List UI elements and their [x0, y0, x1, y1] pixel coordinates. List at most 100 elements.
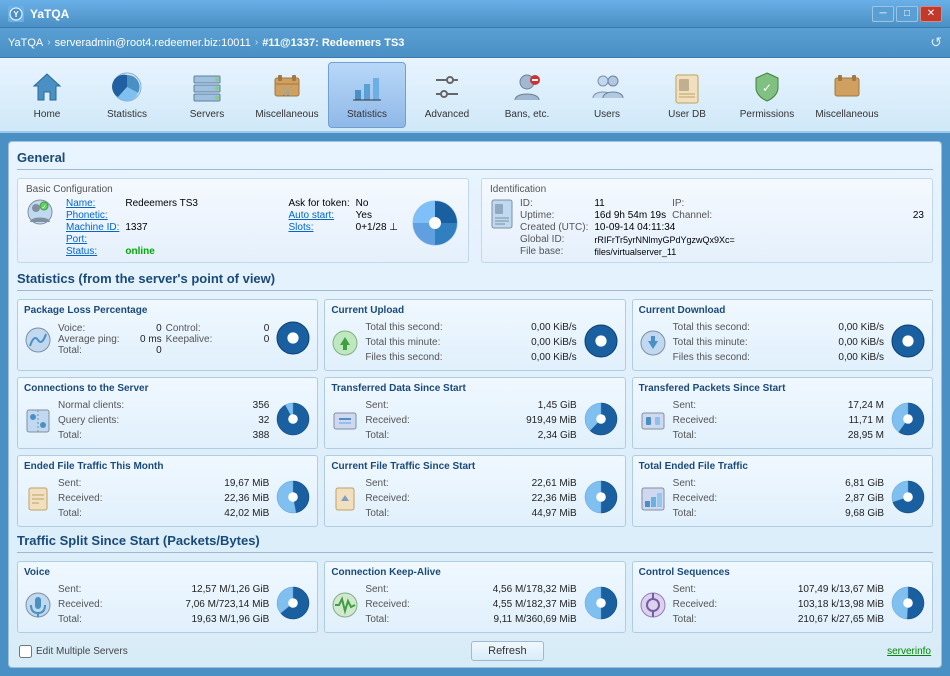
- window-controls: ─ □ ✕: [872, 6, 942, 22]
- stat-card-download: Current Download Total this second: 0,00…: [632, 299, 933, 371]
- toolbar-advanced[interactable]: Advanced: [408, 62, 486, 128]
- stat-rows: Sent: 12,57 M/1,26 GiB Received: 7,06 M/…: [58, 582, 269, 627]
- pie-chart: [275, 401, 311, 440]
- toolbar-home[interactable]: Home: [8, 62, 86, 128]
- stat-card-body: Sent: 107,49 k/13,67 MiB Received: 103,1…: [639, 582, 926, 627]
- pie-chart: [275, 479, 311, 518]
- stat-row: Received: 22,36 MiB: [58, 491, 269, 506]
- toolbar-permissions[interactable]: ✓ Permissions: [728, 62, 806, 128]
- permissions-icon: ✓: [749, 69, 785, 105]
- stat-row: Total: 0: [58, 345, 162, 356]
- refresh-button[interactable]: Refresh: [471, 641, 544, 661]
- voice-icon: [24, 591, 52, 619]
- servers-icon: [189, 69, 225, 105]
- toolbar-statistics-2[interactable]: Statistics: [328, 62, 406, 128]
- file-base-label: File base:: [520, 246, 588, 257]
- toolbar-bans[interactable]: Bans, etc.: [488, 62, 566, 128]
- misc1-icon: 🛒: [269, 69, 305, 105]
- stat-row: Sent: 6,81 GiB: [673, 476, 884, 491]
- machine-id-link[interactable]: Machine ID:: [66, 222, 119, 233]
- status-value: online: [125, 246, 280, 257]
- pie-chart: [583, 585, 619, 624]
- serverinfo-link[interactable]: serverinfo: [887, 646, 931, 657]
- global-id-label: Global ID:: [520, 234, 588, 245]
- stat-row: Sent: 19,67 MiB: [58, 476, 269, 491]
- stat-row: Sent: 17,24 M: [673, 398, 884, 413]
- stat-card-network: Package Loss Percentage Voice: 0 Control…: [17, 299, 318, 371]
- pie-chart: [890, 585, 926, 624]
- userdb-icon: [669, 69, 705, 105]
- window-title: YaTQA: [30, 7, 872, 21]
- stat-row: Total: 9,68 GiB: [673, 506, 884, 521]
- stat-row: Received: 2,87 GiB: [673, 491, 884, 506]
- stat-rows: Normal clients: 356 Query clients: 32 To…: [58, 398, 269, 443]
- autostart-value: Yes: [356, 210, 398, 221]
- port-link[interactable]: Port:: [66, 234, 119, 245]
- status-link[interactable]: Status:: [66, 246, 119, 257]
- edit-multiple-checkbox[interactable]: [19, 645, 32, 658]
- stat-card-title: Connection Keep-Alive: [331, 567, 618, 578]
- toolbar-userdb[interactable]: User DB: [648, 62, 726, 128]
- stat-card-body: Total this second: 0,00 KiB/s Total this…: [331, 320, 618, 365]
- stat-row: Total: 42,02 MiB: [58, 506, 269, 521]
- stat-card-file-total: Total Ended File Traffic Sent: 6,81 GiB …: [632, 455, 933, 527]
- toolbar-statistics-1[interactable]: Statistics: [88, 62, 166, 128]
- permissions-label: Permissions: [740, 109, 794, 120]
- advanced-icon: [429, 69, 465, 105]
- statistics1-icon: [109, 69, 145, 105]
- toolbar-users[interactable]: Users: [568, 62, 646, 128]
- edit-multiple-label[interactable]: Edit Multiple Servers: [19, 645, 128, 658]
- stat-row: Total: 28,95 M: [673, 428, 884, 443]
- id-label: ID:: [520, 198, 588, 209]
- main-content: General Basic Configuration ✓: [0, 133, 950, 676]
- statistics1-label: Statistics: [107, 109, 147, 120]
- toolbar-misc-2[interactable]: Miscellaneous: [808, 62, 886, 128]
- stat-rows: Sent: 19,67 MiB Received: 22,36 MiB Tota…: [58, 476, 269, 521]
- pie-chart: [275, 585, 311, 624]
- refresh-icon[interactable]: ↺: [930, 34, 942, 51]
- stat-card-title: Current File Traffic Since Start: [331, 461, 618, 472]
- stat-row: Files this second: 0,00 KiB/s: [365, 350, 576, 365]
- stat-row: Total: 2,34 GiB: [365, 428, 576, 443]
- phonetic-link[interactable]: Phonetic:: [66, 210, 119, 221]
- transfer-icon: [331, 407, 359, 435]
- pie-chart: [583, 401, 619, 440]
- stat-row: Voice: 0: [58, 323, 162, 334]
- stat-card-body: Sent: 12,57 M/1,26 GiB Received: 7,06 M/…: [24, 582, 311, 627]
- machine-id-value: 1337: [125, 222, 280, 233]
- stat-card-file-traffic2: Current File Traffic Since Start Sent: 2…: [324, 455, 625, 527]
- address-segment-3: #11@1337: Redeemers TS3: [262, 37, 404, 49]
- content-panel: General Basic Configuration ✓: [8, 141, 942, 668]
- stat-row: Total: 388: [58, 428, 269, 443]
- toolbar-misc-1[interactable]: 🛒 Miscellaneous: [248, 62, 326, 128]
- stat-row: Sent: 107,49 k/13,67 MiB: [673, 582, 884, 597]
- stat-row: Total this minute: 0,00 KiB/s: [365, 335, 576, 350]
- created-label: Created (UTC):: [520, 222, 588, 233]
- home-icon: [29, 69, 65, 105]
- created-value: 10-09-14 04:11:34: [594, 222, 924, 233]
- stat-card-body: Sent: 19,67 MiB Received: 22,36 MiB Tota…: [24, 476, 311, 521]
- stat-card-body: Sent: 1,45 GiB Received: 919,49 MiB Tota…: [331, 398, 618, 443]
- stat-rows: Sent: 1,45 GiB Received: 919,49 MiB Tota…: [365, 398, 576, 443]
- stat-rows: Total this second: 0,00 KiB/s Total this…: [365, 320, 576, 365]
- bans-label: Bans, etc.: [505, 109, 549, 120]
- minimize-button[interactable]: ─: [872, 6, 894, 22]
- misc2-icon: [829, 69, 865, 105]
- maximize-button[interactable]: □: [896, 6, 918, 22]
- autostart-link[interactable]: Auto start:: [289, 210, 350, 221]
- close-button[interactable]: ✕: [920, 6, 942, 22]
- name-link[interactable]: Name:: [66, 198, 119, 209]
- stat-row: Received: 4,55 M/182,37 MiB: [365, 597, 576, 612]
- bans-icon: [509, 69, 545, 105]
- file-base-value: files/virtualserver_11: [594, 247, 924, 257]
- slots-link[interactable]: Slots:: [289, 222, 350, 233]
- connections-icon: [24, 407, 52, 435]
- ask-token-label: Ask for token:: [289, 198, 350, 209]
- pie-chart: [890, 401, 926, 440]
- stat-card-body: Sent: 22,61 MiB Received: 22,36 MiB Tota…: [331, 476, 618, 521]
- address-arrow-1: ›: [47, 37, 50, 48]
- users-icon: [589, 69, 625, 105]
- stat-card-body: Normal clients: 356 Query clients: 32 To…: [24, 398, 311, 443]
- channel-value: 23: [913, 210, 924, 221]
- toolbar-servers[interactable]: Servers: [168, 62, 246, 128]
